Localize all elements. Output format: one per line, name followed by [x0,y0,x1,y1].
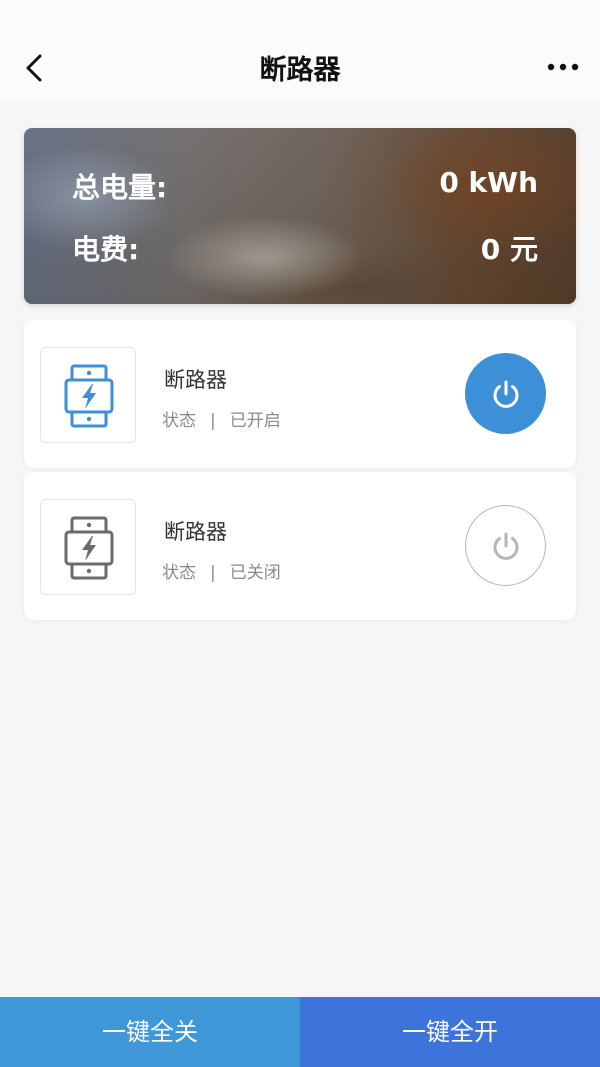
status-value: 已关闭 [229,563,281,583]
total-energy-value: 0 kWh [439,166,538,199]
device-name: 断路器 [164,520,227,544]
device-name: 断路器 [164,368,227,392]
electricity-fee-row: 电费: 0 元 [72,228,538,268]
navigation-bar: 断路器 [0,0,600,102]
total-energy-row: 总电量: 0 kWh [72,166,538,206]
bottom-action-bar: 一键全关 一键全开 [0,997,600,1067]
status-label: 状态 [162,563,196,583]
electricity-fee-label: 电费: [72,233,140,266]
status-label: 状态 [162,411,196,431]
energy-summary-card: 总电量: 0 kWh 电费: 0 元 [24,128,576,304]
status-separator: | [210,563,216,583]
breaker-icon [64,516,114,580]
electricity-fee-value: 0 元 [480,233,538,266]
total-energy-label: 总电量: [72,171,168,204]
power-toggle-button[interactable] [465,353,546,434]
device-card-breaker-off[interactable]: 断路器 状态 | 已关闭 [24,472,576,620]
status-separator: | [210,411,216,431]
status-value: 已开启 [229,411,281,431]
device-icon-box [40,347,136,443]
device-status: 状态 | 已关闭 [162,558,281,583]
power-toggle-button[interactable] [465,505,546,586]
breaker-icon [64,364,114,428]
page-title: 断路器 [259,55,341,86]
device-status: 状态 | 已开启 [162,406,281,431]
all-off-button[interactable]: 一键全关 [0,997,300,1067]
more-options-icon[interactable] [546,56,580,78]
power-icon [493,380,518,408]
device-icon-box [40,499,136,595]
all-on-button[interactable]: 一键全开 [300,997,600,1067]
power-icon [493,532,518,560]
device-card-breaker-on[interactable]: 断路器 状态 | 已开启 [24,320,576,468]
